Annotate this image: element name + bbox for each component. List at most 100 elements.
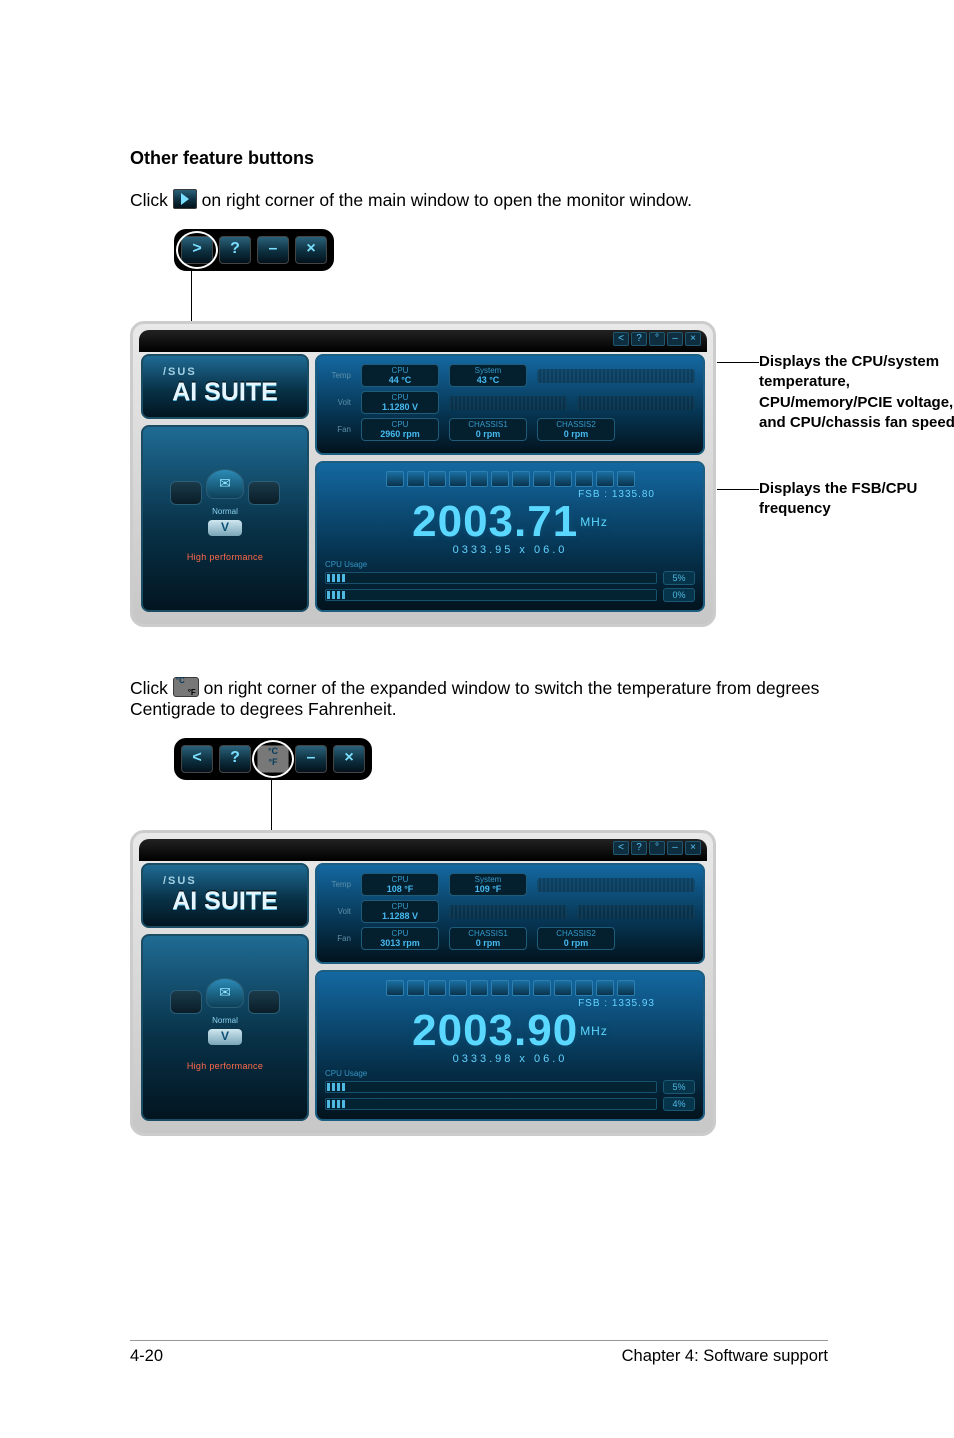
usage-value: 4%: [663, 1097, 695, 1111]
collapse-button[interactable]: <: [181, 745, 213, 773]
chip-title: System: [475, 875, 502, 884]
chip-value: 44 °C: [389, 375, 412, 385]
freq-unit: MHz: [578, 515, 608, 529]
mode-left-button[interactable]: [170, 990, 202, 1014]
cpu-temp-chip: CPU 108 °F: [361, 873, 439, 896]
titlebar-minimize-button[interactable]: –: [667, 841, 683, 855]
titlebar-close-button[interactable]: ×: [685, 841, 701, 855]
freq-blocks-icon: [325, 980, 695, 996]
titlebar-close-button[interactable]: ×: [685, 332, 701, 346]
titlebar-help-button[interactable]: ?: [631, 841, 647, 855]
chip-value: 109 °F: [475, 884, 502, 894]
chip-title: CPU: [392, 902, 409, 911]
titlebar-unit-button[interactable]: °: [649, 332, 665, 346]
window-controls: < ? ° – ×: [613, 332, 701, 346]
window-titlebar: < ? ° – ×: [139, 839, 707, 861]
chip-title: CHASSIS1: [468, 929, 508, 938]
minimize-button[interactable]: –: [257, 236, 289, 264]
bars-icon: [449, 396, 567, 410]
ai-suite-window-1: < ? ° – × /SUS AI SUITE ✉: [130, 321, 716, 627]
cpu-usage-bar-1: 5%: [325, 571, 695, 585]
close-button[interactable]: ×: [295, 236, 327, 264]
mode-right-button[interactable]: [248, 481, 280, 505]
chassis1-fan-chip: CHASSIS1 0 rpm: [449, 927, 527, 950]
mode-center-button[interactable]: ✉: [206, 469, 244, 499]
row-label-volt: Volt: [325, 398, 351, 407]
bars-icon: [537, 369, 695, 383]
perf-label: High performance: [187, 552, 263, 562]
expand-button[interactable]: >: [181, 236, 213, 264]
chip-value: 43 °C: [477, 375, 500, 385]
chip-value: 108 °F: [387, 884, 414, 894]
minimize-button[interactable]: –: [295, 745, 327, 773]
chip-title: CHASSIS2: [556, 929, 596, 938]
cpu-volt-chip: CPU 1.1280 V: [361, 391, 439, 414]
readings-panel: Temp CPU 44 °C System 43 °C: [315, 354, 705, 455]
brand-suite: AI SUITE: [149, 378, 301, 407]
system-temp-chip: System 109 °F: [449, 873, 527, 896]
chip-title: CPU: [392, 366, 409, 375]
paragraph-1: Click on right corner of the main window…: [130, 189, 824, 211]
cpu-fan-chip: CPU 3013 rpm: [361, 927, 439, 950]
row-label-temp: Temp: [325, 371, 351, 380]
page-footer: 4-20 Chapter 4: Software support: [130, 1340, 828, 1366]
chip-title: CPU: [392, 875, 409, 884]
chassis2-fan-chip: CHASSIS2 0 rpm: [537, 418, 615, 441]
freq-unit: MHz: [578, 1024, 608, 1038]
mode-right-button[interactable]: [248, 990, 280, 1014]
chip-title: CPU: [392, 393, 409, 402]
ai-suite-window-2: < ? ° – × /SUS AI SUITE ✉: [130, 830, 716, 1136]
mode-card: ✉ Normal V High performance: [141, 425, 309, 612]
brand-asus: /SUS: [149, 366, 301, 378]
chip-value: 0 rpm: [476, 429, 501, 439]
toolbar-1: > ? – ×: [174, 229, 334, 271]
chip-value: 3013 rpm: [380, 938, 420, 948]
section-title: Other feature buttons: [130, 148, 824, 169]
usage-value: 5%: [663, 571, 695, 585]
freq-blocks-icon: [325, 471, 695, 487]
row-label-fan: Fan: [325, 934, 351, 943]
mode-normal-label: Normal: [212, 1016, 238, 1025]
page-number: 4-20: [130, 1347, 163, 1366]
help-button[interactable]: ?: [219, 236, 251, 264]
mode-center-button[interactable]: ✉: [206, 978, 244, 1008]
bars-icon: [577, 905, 695, 919]
paragraph-2: Click on right corner of the expanded wi…: [130, 677, 824, 720]
toolbar-2: < ? °C°F – ×: [174, 738, 372, 780]
mode-left-button[interactable]: [170, 481, 202, 505]
cpu-temp-chip: CPU 44 °C: [361, 364, 439, 387]
help-button[interactable]: ?: [219, 745, 251, 773]
titlebar-collapse-button[interactable]: <: [613, 841, 629, 855]
frequency-panel: FSB : 1335.80 2003.71MHz 0333.95 x 06.0 …: [315, 461, 705, 612]
titlebar-unit-button[interactable]: °: [649, 841, 665, 855]
frequency-panel: FSB : 1335.93 2003.90MHz 0333.98 x 06.0 …: [315, 970, 705, 1121]
figure-1: > ? – × < ? ° – × /SUS AI SUITE: [174, 229, 824, 627]
titlebar-help-button[interactable]: ?: [631, 332, 647, 346]
chip-value: 0 rpm: [564, 938, 589, 948]
system-temp-chip: System 43 °C: [449, 364, 527, 387]
figure-2: < ? °C°F – × < ? ° – × /SUS: [174, 738, 824, 1136]
mode-normal-label: Normal: [212, 507, 238, 516]
mode-v-button[interactable]: V: [208, 1029, 242, 1045]
unit-switch-button[interactable]: °C°F: [257, 745, 289, 773]
titlebar-collapse-button[interactable]: <: [613, 332, 629, 346]
unit-switch-icon: [173, 677, 199, 697]
brand-suite: AI SUITE: [149, 887, 301, 916]
bars-icon: [537, 878, 695, 892]
row-label-volt: Volt: [325, 907, 351, 916]
cpu-volt-chip: CPU 1.1288 V: [361, 900, 439, 923]
usage-value: 0%: [663, 588, 695, 602]
chassis1-fan-chip: CHASSIS1 0 rpm: [449, 418, 527, 441]
titlebar-minimize-button[interactable]: –: [667, 332, 683, 346]
freq-number: 2003.71: [412, 497, 578, 546]
chip-title: CPU: [392, 420, 409, 429]
bars-icon: [577, 396, 695, 410]
callout-connector: [191, 269, 192, 327]
chapter-label: Chapter 4: Software support: [622, 1347, 828, 1366]
window-titlebar: < ? ° – ×: [139, 330, 707, 352]
mode-v-button[interactable]: V: [208, 520, 242, 536]
close-button[interactable]: ×: [333, 745, 365, 773]
window-controls: < ? ° – ×: [613, 841, 701, 855]
perf-label: High performance: [187, 1061, 263, 1071]
brand-card: /SUS AI SUITE: [141, 354, 309, 419]
